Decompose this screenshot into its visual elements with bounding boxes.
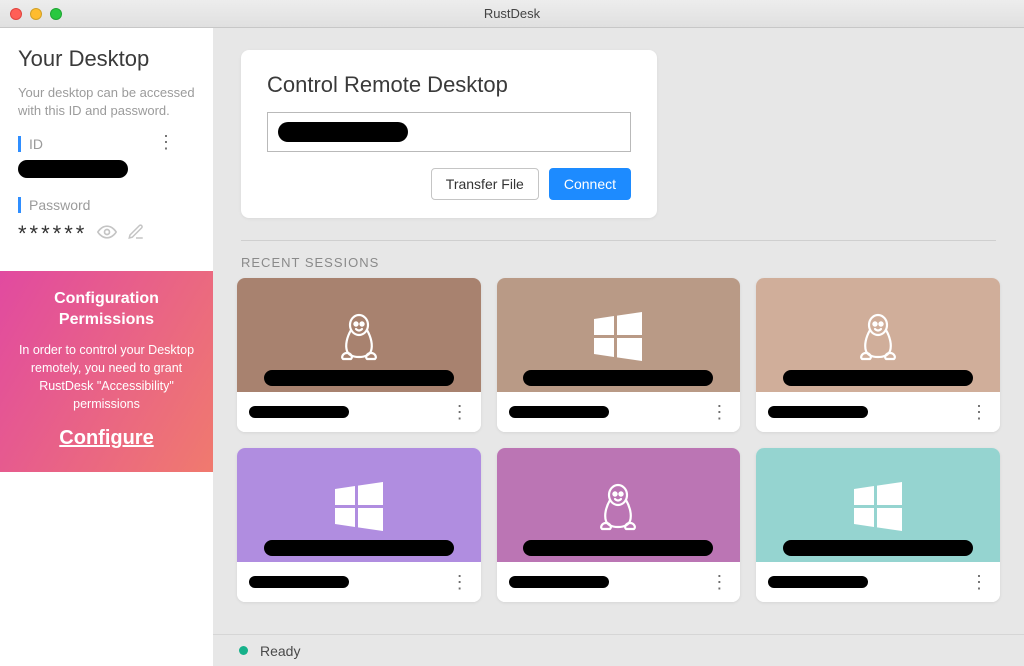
id-field-block: ID ⋮	[18, 136, 195, 152]
status-dot-icon	[239, 646, 248, 655]
password-field-block: Password	[18, 197, 195, 213]
session-preview	[237, 278, 481, 392]
windows-icon	[329, 477, 389, 542]
windows-icon	[588, 307, 648, 372]
redacted-remote-id	[278, 122, 408, 142]
session-tile[interactable]: ⋮	[497, 278, 741, 432]
configure-link[interactable]: Configure	[14, 427, 199, 450]
session-preview	[756, 278, 1000, 392]
linux-icon	[329, 307, 389, 372]
transfer-file-button[interactable]: Transfer File	[431, 168, 539, 200]
section-divider	[241, 240, 996, 241]
permissions-title-l1: Configuration	[54, 290, 159, 307]
session-footer: ⋮	[237, 392, 481, 432]
session-preview	[237, 448, 481, 562]
statusbar: Ready	[213, 634, 1024, 666]
zoom-window-button[interactable]	[50, 8, 62, 20]
permissions-title: Configuration Permissions	[14, 289, 199, 331]
titlebar: RustDesk	[0, 0, 1024, 28]
permissions-card: Configuration Permissions In order to co…	[0, 271, 213, 472]
password-label: Password	[29, 197, 195, 213]
eye-icon[interactable]	[97, 222, 117, 247]
id-menu-icon[interactable]: ⋮	[157, 136, 175, 148]
redacted-session-name	[783, 540, 973, 556]
session-preview	[756, 448, 1000, 562]
redacted-session-id	[249, 406, 349, 418]
status-text: Ready	[260, 643, 300, 659]
redacted-id	[18, 160, 128, 178]
sidebar-description: Your desktop can be accessed with this I…	[18, 84, 195, 120]
permissions-body: In order to control your Desktop remotel…	[14, 341, 199, 414]
edit-icon[interactable]	[127, 223, 145, 246]
session-footer: ⋮	[497, 392, 741, 432]
password-row: ******	[18, 221, 195, 247]
connect-button[interactable]: Connect	[549, 168, 631, 200]
permissions-title-l2: Permissions	[59, 311, 154, 328]
session-tile[interactable]: ⋮	[756, 278, 1000, 432]
session-menu-icon[interactable]: ⋮	[970, 407, 988, 417]
redacted-session-name	[264, 540, 454, 556]
control-title: Control Remote Desktop	[267, 72, 631, 98]
id-value	[18, 160, 195, 183]
session-menu-icon[interactable]: ⋮	[451, 407, 469, 417]
session-preview	[497, 448, 741, 562]
linux-icon	[588, 477, 648, 542]
redacted-session-name	[523, 370, 713, 386]
password-mask: ******	[18, 221, 87, 247]
recent-sessions-label: RECENT SESSIONS	[241, 255, 1024, 270]
session-menu-icon[interactable]: ⋮	[710, 577, 728, 587]
session-footer: ⋮	[756, 562, 1000, 602]
remote-id-input[interactable]	[267, 112, 631, 152]
redacted-session-id	[509, 406, 609, 418]
redacted-session-id	[768, 576, 868, 588]
main-area: Control Remote Desktop Transfer File Con…	[213, 28, 1024, 666]
windows-icon	[848, 477, 908, 542]
session-tile[interactable]: ⋮	[237, 448, 481, 602]
redacted-session-id	[509, 576, 609, 588]
sidebar-title: Your Desktop	[18, 46, 195, 72]
redacted-session-name	[523, 540, 713, 556]
session-menu-icon[interactable]: ⋮	[451, 577, 469, 587]
redacted-session-name	[264, 370, 454, 386]
close-window-button[interactable]	[10, 8, 22, 20]
control-buttons: Transfer File Connect	[267, 168, 631, 200]
session-footer: ⋮	[756, 392, 1000, 432]
session-tile[interactable]: ⋮	[237, 278, 481, 432]
minimize-window-button[interactable]	[30, 8, 42, 20]
window-controls	[10, 8, 62, 20]
redacted-session-id	[249, 576, 349, 588]
window-title: RustDesk	[484, 6, 540, 21]
sessions-grid: ⋮ ⋮ ⋮ ⋮ ⋮ ⋮	[213, 278, 1024, 602]
session-footer: ⋮	[237, 562, 481, 602]
session-footer: ⋮	[497, 562, 741, 602]
session-preview	[497, 278, 741, 392]
session-tile[interactable]: ⋮	[497, 448, 741, 602]
redacted-session-name	[783, 370, 973, 386]
linux-icon	[848, 307, 908, 372]
redacted-session-id	[768, 406, 868, 418]
session-tile[interactable]: ⋮	[756, 448, 1000, 602]
sidebar: Your Desktop Your desktop can be accesse…	[0, 28, 213, 666]
session-menu-icon[interactable]: ⋮	[710, 407, 728, 417]
session-menu-icon[interactable]: ⋮	[970, 577, 988, 587]
control-card: Control Remote Desktop Transfer File Con…	[241, 50, 657, 218]
